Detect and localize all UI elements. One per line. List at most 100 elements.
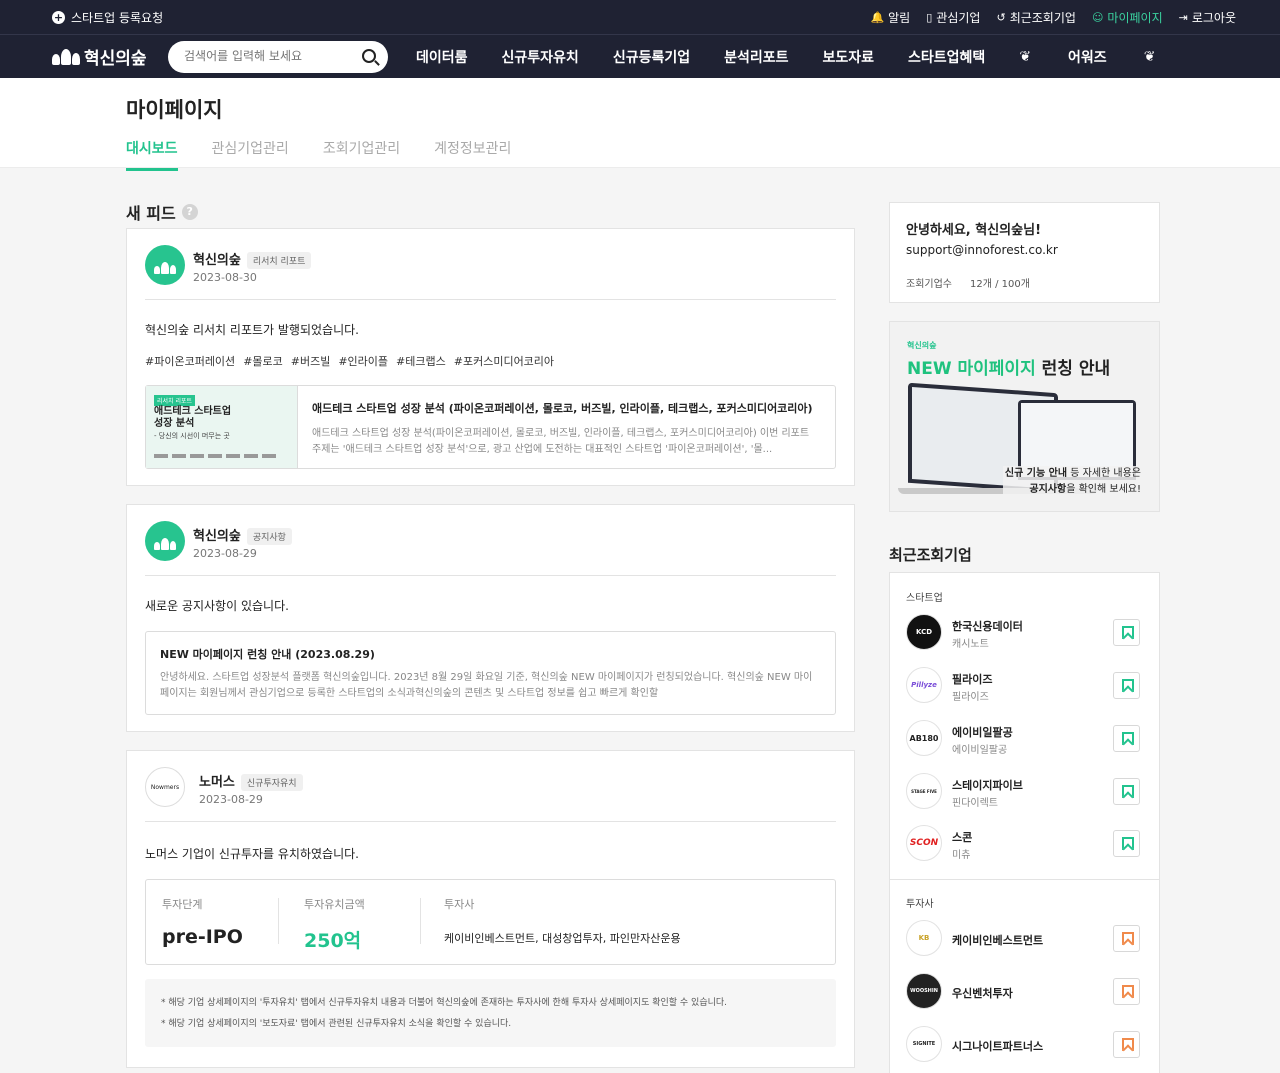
note-line: * 해당 기업 상세페이지의 '투자유치' 탭에서 신규투자유치 내용과 더불어… bbox=[161, 998, 728, 1008]
register-startup-link[interactable]: + 스타트업 등록요청 bbox=[52, 9, 163, 26]
tag[interactable]: #포커스미디어코리아 bbox=[454, 353, 554, 369]
company-name: 스콘 bbox=[952, 831, 973, 844]
tag[interactable]: #파이온코퍼레이션 bbox=[145, 353, 235, 369]
company-service: 필라이즈 bbox=[952, 692, 989, 703]
divider bbox=[145, 821, 836, 822]
innoforest-avatar bbox=[145, 245, 185, 285]
menu-new-investment[interactable]: 신규투자유치 bbox=[502, 47, 579, 67]
page-title: 마이페이지 bbox=[126, 98, 223, 122]
author-name[interactable]: 혁신의숲 bbox=[193, 253, 241, 268]
feed-message: 새로운 공지사항이 있습니다. bbox=[145, 599, 289, 613]
tag[interactable]: #버즈빌 bbox=[291, 353, 331, 369]
help-icon[interactable]: ? bbox=[181, 204, 198, 220]
tag[interactable]: #테크랩스 bbox=[396, 353, 446, 369]
laurel-left-icon: ❦ bbox=[1019, 49, 1032, 65]
alarm-link[interactable]: 🔔 알림 bbox=[870, 9, 910, 26]
plus-circle-icon: + bbox=[52, 11, 65, 24]
profile-card: 안녕하세요, 혁신의숲님! support@innoforest.co.kr 조… bbox=[889, 202, 1160, 303]
divider bbox=[890, 879, 1159, 880]
company-row[interactable]: SCON 스콘 미츄 bbox=[906, 825, 1146, 863]
investor-logo: SIGNITE bbox=[906, 1026, 942, 1062]
bookmark-button[interactable] bbox=[1113, 978, 1140, 1005]
menu-awards[interactable]: ❦ 어워즈 ❦ bbox=[1019, 47, 1189, 67]
bookmark-button[interactable] bbox=[1113, 1031, 1140, 1058]
bookmark-button[interactable] bbox=[1113, 619, 1140, 646]
feed-message: 혁신의숲 리서치 리포트가 발행되었습니다. bbox=[145, 323, 359, 337]
mypage-launch-banner[interactable]: 혁신의숲 NEW 마이페이지 런칭 안내 신규 기능 안내 등 자세한 내용은 … bbox=[889, 321, 1160, 512]
bell-icon: 🔔 bbox=[870, 11, 885, 24]
bookmark-button[interactable] bbox=[1113, 925, 1140, 952]
notice-link-box[interactable]: NEW 마이페이지 런칭 안내 (2023.08.29) 안녕하세요. 스타트업… bbox=[145, 631, 836, 715]
site-logo[interactable]: 혁신의숲 bbox=[52, 44, 147, 69]
notice-description: 안녕하세요. 스타트업 성장분석 플랫폼 혁신의숲입니다. 2023년 8월 2… bbox=[160, 672, 813, 699]
company-row[interactable]: KCD 한국신용데이터 캐시노트 bbox=[906, 614, 1146, 652]
investor-row[interactable]: WOOSHIN 우신벤처투자 bbox=[906, 973, 1146, 1011]
banner-description: 신규 기능 안내 등 자세한 내용은 공지사항을 확인해 보세요! bbox=[1002, 466, 1143, 498]
invest-amount-value: 250억 bbox=[304, 930, 362, 952]
thumb-label: 리서치 리포트 bbox=[154, 395, 196, 406]
notice-title: NEW 마이페이지 런칭 안내 (2023.08.29) bbox=[160, 648, 375, 661]
search-icon[interactable] bbox=[362, 49, 376, 63]
bookmark-button[interactable] bbox=[1113, 672, 1140, 699]
tag[interactable]: #인라이플 bbox=[338, 353, 388, 369]
investor-group-label: 투자사 bbox=[906, 899, 934, 910]
company-service: 미츄 bbox=[952, 850, 971, 861]
tab-dashboard[interactable]: 대시보드 bbox=[126, 138, 178, 171]
invest-investors: 투자사 케이비인베스트먼트, 대성창업투자, 파인만자산운용 bbox=[444, 898, 681, 945]
author-name[interactable]: 혁신의숲 bbox=[193, 529, 241, 544]
invest-amount: 투자유치금액 250억 bbox=[304, 898, 365, 952]
menu-new-registered[interactable]: 신규등록기업 bbox=[613, 47, 690, 67]
feed-title: 새 피드 ? bbox=[126, 200, 198, 224]
favorite-companies-link[interactable]: ▯ 관심기업 bbox=[926, 9, 980, 26]
company-name: 에이비일팔공 bbox=[952, 726, 1013, 739]
company-logo: KCD bbox=[906, 614, 942, 650]
company-name: 필라이즈 bbox=[952, 673, 993, 686]
divider bbox=[145, 299, 836, 300]
invest-stage: 투자단계 pre-IPO bbox=[162, 898, 243, 948]
investor-name: 시그나이트파트너스 bbox=[952, 1040, 1044, 1053]
menu-startup-benefits[interactable]: 스타트업혜택 bbox=[908, 47, 985, 67]
divider bbox=[145, 575, 836, 576]
tag[interactable]: #몰로코 bbox=[243, 353, 283, 369]
nowmers-logo: Nowmers bbox=[145, 767, 185, 807]
thumb-title-2: 성장 분석 bbox=[154, 418, 195, 429]
feed-type-badge: 신규투자유치 bbox=[240, 774, 303, 791]
tab-viewed-management[interactable]: 조회기업관리 bbox=[323, 138, 400, 171]
bookmark-button[interactable] bbox=[1113, 725, 1140, 752]
bookmark-icon: ▯ bbox=[926, 11, 933, 24]
feed-type-badge: 리서치 리포트 bbox=[246, 252, 312, 269]
innoforest-avatar bbox=[145, 521, 185, 561]
investor-row[interactable]: KB 케이비인베스트먼트 bbox=[906, 920, 1146, 958]
page-header: 마이페이지 대시보드 관심기업관리 조회기업관리 계정정보관리 bbox=[0, 78, 1280, 171]
note-line: * 해당 기업 상세페이지의 '보도자료' 탭에서 관련된 신규투자유치 소식을… bbox=[161, 1019, 512, 1029]
thumb-title-1: 애드테크 스타트업 bbox=[154, 406, 232, 417]
investor-row[interactable]: SIGNITE 시그나이트파트너스 bbox=[906, 1026, 1146, 1064]
company-logo: STAGE FIVE bbox=[906, 773, 942, 809]
menu-analysis-report[interactable]: 분석리포트 bbox=[724, 47, 788, 67]
bookmark-button[interactable] bbox=[1113, 778, 1140, 805]
user-email: support@innoforest.co.kr bbox=[906, 243, 1058, 257]
menu-dataroom[interactable]: 데이터룸 bbox=[416, 47, 468, 67]
logout-link[interactable]: ⇥ 로그아웃 bbox=[1179, 9, 1236, 26]
company-row[interactable]: AB180 에이비일팔공 에이비일팔공 bbox=[906, 720, 1146, 758]
report-link-box[interactable]: 리서치 리포트 애드테크 스타트업 성장 분석 - 당신의 시선이 머무는 곳 애… bbox=[145, 385, 836, 469]
feed-card-investment: Nowmers 노머스 신규투자유치 2023-08-29 노머스 기업이 신규투… bbox=[126, 750, 855, 1068]
company-row[interactable]: STAGE FIVE 스테이지파이브 핀다이렉트 bbox=[906, 773, 1146, 811]
recent-companies-title: 최근조회기업 bbox=[889, 546, 972, 564]
top-utility-bar: + 스타트업 등록요청 🔔 알림 ▯ 관심기업 ↺ 최근조회기업 ☺ 마이페이지 ⇥ 로그… bbox=[0, 0, 1280, 34]
author-name[interactable]: 노머스 bbox=[199, 775, 235, 790]
bookmark-button[interactable] bbox=[1113, 830, 1140, 857]
tab-favorite-management[interactable]: 관심기업관리 bbox=[212, 138, 289, 171]
menu-press[interactable]: 보도자료 bbox=[823, 47, 875, 67]
tab-account-management[interactable]: 계정정보관리 bbox=[434, 138, 511, 171]
report-title: 애드테크 스타트업 성장 분석 (파이온코퍼레이션, 몰로코, 버즈빌, 인라이… bbox=[312, 402, 813, 415]
logout-icon: ⇥ bbox=[1178, 11, 1188, 24]
mypage-link[interactable]: ☺ 마이페이지 bbox=[1092, 9, 1163, 26]
recent-companies-panel: 스타트업 KCD 한국신용데이터 캐시노트 Pillyze 필라이즈 필라이즈 … bbox=[889, 572, 1160, 1073]
invest-stage-value: pre-IPO bbox=[162, 926, 243, 948]
recent-companies-link[interactable]: ↺ 최근조회기업 bbox=[996, 9, 1075, 26]
search-input[interactable] bbox=[184, 49, 354, 63]
company-service: 핀다이렉트 bbox=[952, 798, 998, 809]
report-thumbnail: 리서치 리포트 애드테크 스타트업 성장 분석 - 당신의 시선이 머무는 곳 bbox=[146, 386, 298, 468]
company-row[interactable]: Pillyze 필라이즈 필라이즈 bbox=[906, 667, 1146, 705]
